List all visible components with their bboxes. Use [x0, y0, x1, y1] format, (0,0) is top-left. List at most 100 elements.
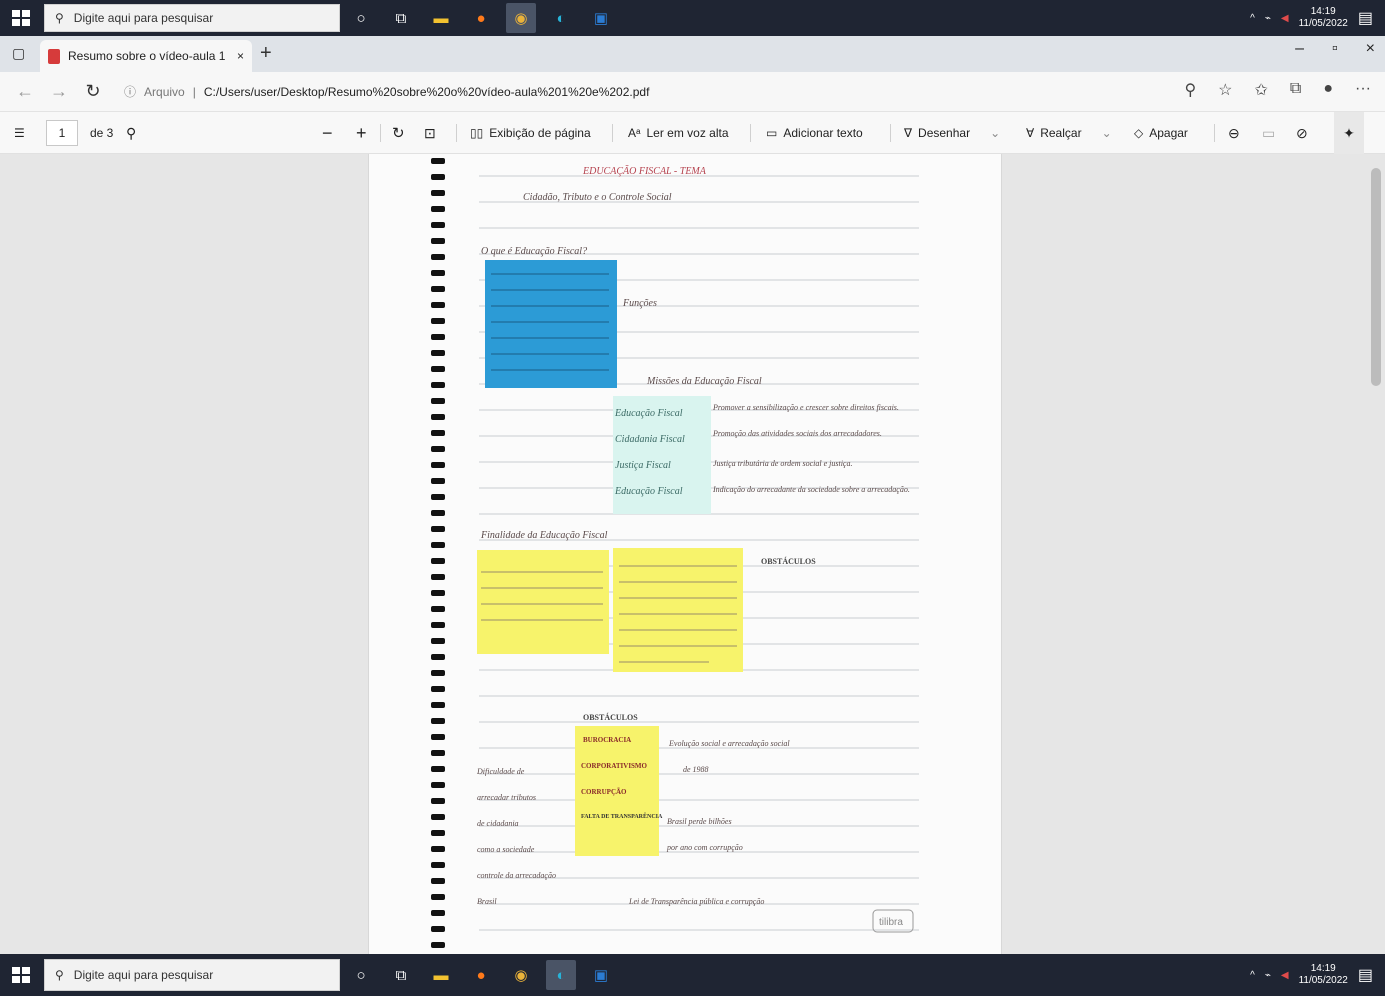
erase-button[interactable]: ◇ Apagar	[1134, 112, 1188, 154]
edge-icon-bottom[interactable]: ◐	[546, 960, 576, 990]
save-as-icon[interactable]: ⊘	[1296, 112, 1308, 154]
chrome-icon[interactable]: ◉	[506, 3, 536, 33]
volume-icon[interactable]: ◀	[1281, 13, 1289, 24]
collections-icon[interactable]: ⧉	[1290, 80, 1301, 100]
obstacle-3: FALTA DE TRANSPARÊNCIA	[581, 812, 663, 820]
restore-icon[interactable]: ▫	[1332, 40, 1338, 58]
chevron-up-icon-bottom[interactable]: ^	[1250, 970, 1255, 981]
taskbar-search-box[interactable]: ⚲ Digite aqui para pesquisar	[44, 4, 340, 32]
close-window-icon[interactable]: ×	[1366, 40, 1375, 58]
read-mode-icon[interactable]: ☆	[1218, 80, 1232, 100]
notebook-page-drawing: EDUCAÇÃO FISCAL - TEMA Cidadão, Tributo …	[431, 158, 919, 948]
vertical-scrollbar[interactable]	[1371, 156, 1381, 952]
task-view-icon-bottom[interactable]: ⧉	[386, 960, 416, 990]
pdf-page: EDUCAÇÃO FISCAL - TEMA Cidadão, Tributo …	[368, 154, 1002, 954]
url-label: Arquivo	[144, 84, 185, 99]
scrollbar-thumb[interactable]	[1371, 168, 1381, 386]
right-note-1: Promoção das atividades sociais dos arre…	[712, 429, 882, 438]
minimize-icon[interactable]: –	[1295, 40, 1304, 58]
draw-button[interactable]: ∇ Desenhar ⌄	[904, 112, 1000, 154]
page-view-icon: ▯▯	[470, 126, 484, 140]
profile-icon[interactable]: ●	[1323, 80, 1333, 100]
chrome-icon-bottom[interactable]: ◉	[506, 960, 536, 990]
edge-icon[interactable]: ◐	[546, 3, 576, 33]
chevron-up-icon[interactable]: ^	[1250, 13, 1255, 24]
start-button[interactable]	[8, 6, 34, 30]
print-icon[interactable]: ⊖	[1228, 112, 1240, 154]
obstacles-label: OBSTÁCULOS	[583, 712, 638, 722]
taskbar-search-placeholder-bottom: Digite aqui para pesquisar	[73, 968, 214, 982]
new-tab-button[interactable]: +	[260, 42, 272, 65]
read-aloud-button[interactable]: Aᵃ Ler em voz alta	[628, 112, 729, 154]
system-tray: ^ ⌁ ◀ 14:19 11/05/2022 ▤	[1250, 0, 1385, 36]
firefox-icon[interactable]: ●	[466, 3, 496, 33]
tab-actions-icon[interactable]: ▢	[12, 45, 25, 62]
left-note-1: arrecadar tributos	[477, 793, 536, 802]
left-note-0: Dificuldade de	[476, 767, 525, 776]
right-note2-3: por ano com corrupção	[666, 843, 743, 852]
outlook-icon-bottom[interactable]: ▣	[586, 960, 616, 990]
taskbar-clock-bottom[interactable]: 14:19 11/05/2022	[1299, 963, 1348, 987]
page-view-button[interactable]: ▯▯ Exibição de página	[470, 112, 591, 154]
zoom-out-icon[interactable]: −	[322, 112, 333, 154]
fit-page-icon[interactable]: ⊡	[424, 112, 436, 154]
task-view-icon[interactable]: ⧉	[386, 3, 416, 33]
add-text-button[interactable]: ▭ Adicionar texto	[766, 112, 863, 154]
network-icon[interactable]: ⌁	[1265, 13, 1271, 24]
cortana-icon[interactable]: ○	[346, 3, 376, 33]
tab-title: Resumo sobre o vídeo-aula 1 e 2	[68, 49, 229, 63]
highlight-button[interactable]: ∀ Realçar ⌄	[1026, 112, 1112, 154]
right-note2-2: Brasil perde bilhões	[667, 817, 732, 826]
file-explorer-icon[interactable]: ▬	[426, 3, 456, 33]
forward-icon[interactable]: →	[42, 81, 76, 102]
taskbar-search-placeholder: Digite aqui para pesquisar	[73, 11, 214, 25]
bottom-taskbar: ⚲ Digite aqui para pesquisar ○ ⧉ ▬ ● ◉ ◐…	[0, 954, 1385, 996]
notifications-icon[interactable]: ▤	[1358, 8, 1373, 28]
notes-missions: Missões da Educação Fiscal	[646, 376, 762, 387]
volume-icon-bottom[interactable]: ◀	[1281, 970, 1289, 981]
draw-chevron-icon[interactable]: ⌄	[990, 126, 1000, 140]
zoom-in-icon[interactable]: +	[356, 112, 367, 154]
add-text-label: Adicionar texto	[783, 126, 863, 140]
save-icon[interactable]: ▭	[1262, 112, 1275, 154]
more-options-icon[interactable]: ···	[1355, 80, 1371, 100]
firefox-icon-bottom[interactable]: ●	[466, 960, 496, 990]
system-tray-bottom: ^ ⌁ ◀ 14:19 11/05/2022 ▤	[1250, 954, 1385, 996]
read-aloud-label: Ler em voz alta	[646, 126, 729, 140]
file-explorer-icon-bottom[interactable]: ▬	[426, 960, 456, 990]
right-note2-1: de 1988	[683, 765, 709, 774]
left-note-5: Brasil	[477, 897, 497, 906]
right-note2-4: Lei de Transparência pública e corrupção	[628, 897, 764, 906]
zoom-icon[interactable]: ⚲	[1184, 80, 1196, 100]
yellow-sticky-note-left	[477, 550, 609, 654]
pdf-viewer[interactable]: EDUCAÇÃO FISCAL - TEMA Cidadão, Tributo …	[0, 154, 1385, 954]
taskbar-clock[interactable]: 14:19 11/05/2022	[1299, 6, 1348, 30]
refresh-icon[interactable]: ↻	[76, 81, 110, 102]
green-item-2: Justiça Fiscal	[615, 460, 671, 471]
page-number-input[interactable]: 1	[46, 120, 78, 146]
search-icon: ⚲	[55, 11, 64, 25]
notes-functions: Funções	[622, 298, 657, 309]
highlight-icon: ∀	[1026, 126, 1035, 140]
notifications-icon-bottom[interactable]: ▤	[1358, 965, 1373, 985]
obstacles-label-top: OBSTÁCULOS	[761, 556, 816, 566]
url-field[interactable]: ⓘ Arquivo | C:/Users/user/Desktop/Resumo…	[124, 83, 649, 100]
notes-title: EDUCAÇÃO FISCAL - TEMA	[582, 165, 707, 177]
draw-label: Desenhar	[918, 126, 971, 140]
rotate-icon[interactable]: ↻	[392, 112, 405, 154]
network-icon-bottom[interactable]: ⌁	[1265, 970, 1271, 981]
tab-pdf[interactable]: Resumo sobre o vídeo-aula 1 e 2 ×	[40, 40, 252, 72]
highlight-chevron-icon[interactable]: ⌄	[1102, 126, 1112, 140]
notes-finalidade: Finalidade da Educação Fiscal	[480, 530, 608, 541]
pin-toolbar-icon[interactable]: ✦	[1334, 112, 1364, 154]
start-button-bottom[interactable]	[8, 963, 34, 987]
browser-tab-strip: ▢ Resumo sobre o vídeo-aula 1 e 2 × + – …	[0, 36, 1385, 72]
table-of-contents-icon[interactable]: ☰	[14, 112, 25, 154]
close-tab-icon[interactable]: ×	[237, 49, 244, 63]
find-icon[interactable]: ⚲	[126, 112, 136, 154]
cortana-icon-bottom[interactable]: ○	[346, 960, 376, 990]
back-icon[interactable]: ←	[8, 81, 42, 102]
outlook-icon[interactable]: ▣	[586, 3, 616, 33]
taskbar-search-box-bottom[interactable]: ⚲ Digite aqui para pesquisar	[44, 959, 340, 991]
favorites-icon[interactable]: ✩	[1255, 80, 1268, 100]
